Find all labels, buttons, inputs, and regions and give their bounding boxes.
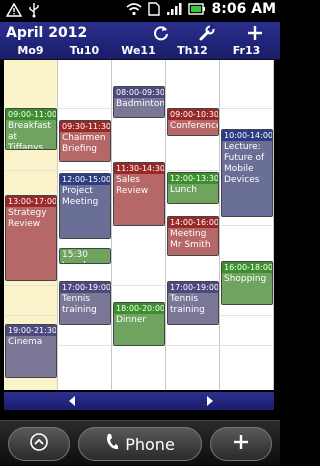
day-header-row: Mo9 Tu10 We11 Th12 Fr13 bbox=[0, 44, 280, 60]
event-time: 11:30-14:30 bbox=[114, 163, 165, 174]
week-grid[interactable]: 09:00-11:00 Breakfast at Tiffanys 13:00-… bbox=[4, 60, 274, 390]
month-title[interactable]: April 2012 bbox=[6, 25, 87, 41]
event-tennis-tuesday[interactable]: 17:00-19:00 Tennis training bbox=[59, 281, 111, 325]
event-cinema[interactable]: 19:00-21:30 Cinema bbox=[5, 324, 57, 378]
event-dinner[interactable]: 18:00-20:00 Dinner bbox=[113, 302, 165, 346]
event-time: 10:00-14:00 bbox=[222, 130, 273, 141]
event-time: 19:00-21:30 bbox=[6, 325, 57, 336]
event-time: 09:30-11:30 bbox=[60, 121, 111, 132]
status-time: 8:06 AM bbox=[211, 1, 276, 17]
event-title: Lecture: Future of Mobile Devices bbox=[222, 141, 272, 216]
event-time: 18:00-20:00 bbox=[114, 303, 165, 314]
event-meeting-mr-smith[interactable]: 14:00-16:00 Meeting Mr Smith bbox=[167, 216, 219, 256]
event-time: 13:00-17:00 bbox=[6, 196, 57, 207]
event-time: 09:00-11:00 bbox=[6, 109, 57, 120]
day-header[interactable]: Mo9 bbox=[4, 44, 57, 57]
battery-icon bbox=[187, 3, 206, 15]
event-title: Tennis training bbox=[60, 293, 110, 324]
status-bar: 8:06 AM bbox=[0, 0, 280, 22]
chevron-right-icon[interactable] bbox=[200, 394, 220, 408]
event-lunch-tuesday[interactable]: 15:30 Lunch bbox=[59, 248, 111, 264]
event-conference[interactable]: 09:00-10:30 Conference bbox=[167, 108, 219, 136]
event-time: 16:00-18:00 bbox=[222, 262, 273, 273]
event-title: 15:30 Lunch bbox=[60, 249, 110, 263]
event-title: Dinner bbox=[114, 314, 164, 345]
event-title: Badminton bbox=[114, 98, 164, 117]
event-title: Lunch bbox=[168, 184, 218, 203]
event-title: Cinema bbox=[6, 336, 56, 377]
add-icon[interactable] bbox=[244, 24, 266, 42]
event-title: Breakfast at Tiffanys bbox=[6, 120, 56, 149]
event-time: 17:00-19:00 bbox=[168, 282, 219, 293]
day-header[interactable]: Fr13 bbox=[220, 44, 273, 57]
event-lunch-thursday[interactable]: 12:00-13:30 Lunch bbox=[167, 172, 219, 204]
event-lecture[interactable]: 10:00-14:00 Lecture: Future of Mobile De… bbox=[221, 129, 273, 217]
event-chairmen-briefing[interactable]: 09:30-11:30 Chairmen Briefing bbox=[59, 120, 111, 162]
wifi-icon bbox=[126, 2, 142, 16]
app-drawer-button[interactable] bbox=[8, 427, 70, 461]
event-tennis-thursday[interactable]: 17:00-19:00 Tennis training bbox=[167, 281, 219, 325]
add-widget-button[interactable] bbox=[210, 427, 272, 461]
event-title: Shopping bbox=[222, 273, 272, 304]
signal-icon bbox=[166, 2, 182, 16]
event-badminton[interactable]: 08:00-09:30 Badminton bbox=[113, 86, 165, 118]
calendar-header: April 2012 Mo9 Tu10 We11 Th12 Fr13 bbox=[0, 22, 280, 60]
chevron-left-icon[interactable] bbox=[62, 394, 82, 408]
event-breakfast[interactable]: 09:00-11:00 Breakfast at Tiffanys bbox=[5, 108, 57, 150]
screen: 8:06 AM April 2012 Mo9 Tu10 We11 Th12 Fr… bbox=[0, 0, 280, 466]
event-shopping[interactable]: 16:00-18:00 Shopping bbox=[221, 261, 273, 305]
event-time: 12:00-15:00 bbox=[60, 174, 111, 185]
warning-icon bbox=[6, 3, 22, 17]
phone-icon bbox=[105, 433, 119, 455]
home-dock: Phone bbox=[0, 420, 280, 466]
event-title: Project Meeting bbox=[60, 185, 110, 238]
event-title: Strategy Review bbox=[6, 207, 56, 280]
event-sales-review[interactable]: 11:30-14:30 Sales Review bbox=[113, 162, 165, 226]
phone-button[interactable]: Phone bbox=[78, 427, 202, 461]
event-title: Sales Review bbox=[114, 174, 164, 225]
settings-wrench-icon[interactable] bbox=[196, 24, 218, 42]
event-time: 08:00-09:30 bbox=[114, 87, 165, 98]
phone-label: Phone bbox=[125, 434, 175, 454]
event-project-meeting[interactable]: 12:00-15:00 Project Meeting bbox=[59, 173, 111, 239]
event-time: 14:00-16:00 bbox=[168, 217, 219, 228]
event-time: 12:00-13:30 bbox=[168, 173, 219, 184]
usb-icon bbox=[28, 2, 40, 18]
event-strategy-review[interactable]: 13:00-17:00 Strategy Review bbox=[5, 195, 57, 281]
event-title: Meeting Mr Smith bbox=[168, 228, 218, 255]
day-header[interactable]: Th12 bbox=[166, 44, 219, 57]
week-navigation-bar bbox=[4, 392, 274, 410]
event-time: 09:00-10:30 bbox=[168, 109, 219, 120]
event-title: Tennis training bbox=[168, 293, 218, 324]
sim-icon bbox=[147, 2, 160, 16]
add-icon bbox=[233, 434, 249, 454]
refresh-icon[interactable] bbox=[150, 24, 172, 42]
event-title: Conference bbox=[168, 120, 218, 135]
day-header[interactable]: Tu10 bbox=[58, 44, 111, 57]
chevron-up-icon bbox=[29, 432, 49, 456]
event-title: Chairmen Briefing bbox=[60, 132, 110, 161]
day-header[interactable]: We11 bbox=[112, 44, 165, 57]
event-time: 17:00-19:00 bbox=[60, 282, 111, 293]
